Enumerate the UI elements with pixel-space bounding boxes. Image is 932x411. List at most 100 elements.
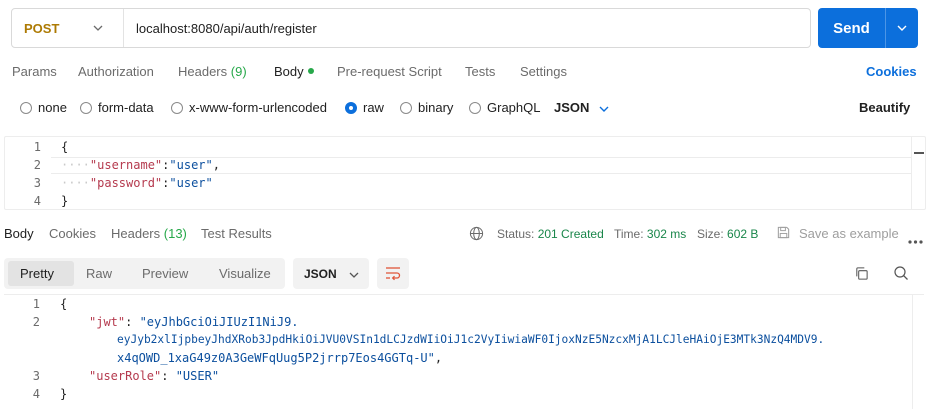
pretty-button[interactable]: Pretty	[20, 266, 54, 281]
json-key: "password"	[89, 176, 163, 190]
response-tab-headers[interactable]: Headers (13)	[111, 226, 187, 241]
tab-authorization[interactable]: Authorization	[78, 64, 154, 79]
response-tab-cookies[interactable]: Cookies	[49, 226, 96, 241]
method-select[interactable]: POST	[12, 9, 124, 47]
code-line-jwt-wrap-2: x4qOWD_1xaG49z0A3GeWFqUug5P2jrrp7Eos4GGT…	[117, 351, 442, 365]
url-bar: POST localhost:8080/api/auth/register	[11, 8, 811, 48]
time-indicator[interactable]: Time: 302 ms	[614, 227, 686, 241]
response-scrollbar[interactable]	[912, 294, 924, 409]
viewer-divider	[4, 294, 924, 295]
code-line-password: ····"password":"user"	[61, 176, 213, 190]
headers-count: (9)	[230, 64, 247, 79]
code-line-jwt: "jwt": "eyJhbGciOiJIUzI1NiJ9.	[89, 315, 299, 329]
url-input[interactable]: localhost:8080/api/auth/register	[124, 21, 317, 36]
scrollbar-marker	[914, 152, 924, 154]
code-close-brace: }	[61, 194, 69, 208]
response-tab-body[interactable]: Body	[4, 226, 34, 241]
language-select[interactable]: JSON	[554, 100, 609, 115]
time-label: Time:	[614, 227, 644, 241]
json-value: "user"	[169, 176, 213, 190]
beautify-button[interactable]: Beautify	[859, 100, 910, 115]
editor-scrollbar[interactable]	[911, 137, 925, 209]
code-line-jwt-wrap-1: eyJyb2xlIjpbeyJhdXRob3JpdHkiOiJVU0VSIn1d…	[117, 333, 825, 346]
radio-form-data[interactable]: form-data	[80, 100, 154, 115]
json-colon: :	[125, 315, 140, 329]
tab-params[interactable]: Params	[12, 64, 57, 79]
search-icon[interactable]	[893, 265, 909, 284]
globe-icon[interactable]	[469, 226, 484, 244]
size-value: 602 B	[727, 227, 759, 241]
tab-tests[interactable]: Tests	[465, 64, 495, 79]
json-key: "username"	[89, 158, 163, 172]
save-icon	[776, 225, 791, 243]
indent-guide: ····	[61, 176, 90, 190]
code-open-brace: {	[61, 140, 69, 154]
json-value: x4qOWD_1xaG49z0A3GeWFqUug5P2jrrp7Eos4GGT…	[117, 351, 435, 365]
code-close-brace: }	[60, 387, 68, 401]
preview-button[interactable]: Preview	[142, 266, 188, 281]
radio-circle	[171, 101, 183, 114]
chevron-down-icon	[599, 100, 609, 115]
indent-guide: ····	[61, 158, 90, 172]
radio-graphql-label: GraphQL	[487, 100, 541, 115]
radio-none[interactable]: none	[20, 100, 67, 115]
json-value: "USER"	[175, 369, 220, 383]
time-value: 302 ms	[646, 227, 687, 241]
tab-body-label: Body	[274, 64, 304, 79]
line-number: 1	[32, 297, 40, 311]
body-indicator-dot	[307, 68, 314, 74]
line-number: 4	[32, 387, 40, 401]
response-headers-count: (13)	[163, 226, 187, 241]
radio-circle	[400, 101, 412, 114]
radio-raw[interactable]: raw	[345, 100, 384, 115]
response-format-select[interactable]: JSON	[293, 258, 369, 289]
send-button[interactable]: Send	[818, 8, 918, 48]
chevron-down-icon	[93, 22, 123, 34]
more-options-icon[interactable]	[908, 232, 923, 247]
visualize-button[interactable]: Visualize	[219, 266, 271, 281]
json-comma: ,	[434, 351, 443, 365]
radio-graphql[interactable]: GraphQL	[469, 100, 540, 115]
line-number: 1	[33, 140, 41, 154]
line-number: 3	[33, 176, 41, 190]
json-value: "eyJhbGciOiJIUzI1NiJ9.	[139, 315, 299, 329]
radio-urlencoded[interactable]: x-www-form-urlencoded	[171, 100, 327, 115]
line-number: 2	[33, 158, 41, 172]
size-indicator[interactable]: Size: 602 B	[697, 227, 758, 241]
code-line-username: ····"username":"user",	[61, 158, 220, 172]
copy-icon[interactable]	[854, 266, 869, 284]
radio-circle-selected	[345, 101, 357, 114]
line-number: 4	[33, 194, 41, 208]
language-label: JSON	[554, 100, 590, 115]
status-label: Status:	[497, 227, 535, 241]
tab-settings[interactable]: Settings	[520, 64, 567, 79]
radio-urlencoded-label: x-www-form-urlencoded	[189, 100, 327, 115]
radio-circle	[80, 101, 92, 114]
radio-form-data-label: form-data	[98, 100, 154, 115]
json-value: "user"	[169, 158, 213, 172]
radio-raw-label: raw	[363, 100, 384, 115]
send-options-chevron-icon[interactable]	[886, 22, 918, 34]
raw-button[interactable]: Raw	[86, 266, 112, 281]
save-as-example-button[interactable]: Save as example	[799, 226, 899, 241]
wrap-lines-button[interactable]	[377, 258, 409, 289]
cookies-link[interactable]: Cookies	[866, 64, 917, 79]
status-indicator[interactable]: Status: 201 Created	[497, 227, 604, 241]
response-format-label: JSON	[304, 266, 337, 281]
radio-none-label: none	[38, 100, 67, 115]
tab-headers[interactable]: Headers (9)	[178, 64, 247, 79]
response-tab-test-results[interactable]: Test Results	[201, 226, 272, 241]
request-body-editor[interactable]: 1 2 3 4 { ····"username":"user", ····"pa…	[4, 136, 926, 210]
code-open-brace: {	[60, 297, 68, 311]
response-body-viewer[interactable]: 1 2 3 4 { "jwt": "eyJhbGciOiJIUzI1NiJ9. …	[4, 294, 926, 409]
method-label: POST	[24, 20, 60, 36]
tab-body[interactable]: Body	[274, 64, 314, 79]
radio-circle	[469, 101, 481, 114]
radio-binary[interactable]: binary	[400, 100, 453, 115]
radio-binary-label: binary	[418, 100, 454, 115]
code-line-user-role: "userRole": "USER"	[89, 369, 219, 383]
tab-pre-request-script[interactable]: Pre-request Script	[337, 64, 442, 79]
status-value: 201 Created	[537, 227, 604, 241]
json-key: "userRole"	[89, 369, 162, 383]
json-colon: :	[161, 369, 176, 383]
